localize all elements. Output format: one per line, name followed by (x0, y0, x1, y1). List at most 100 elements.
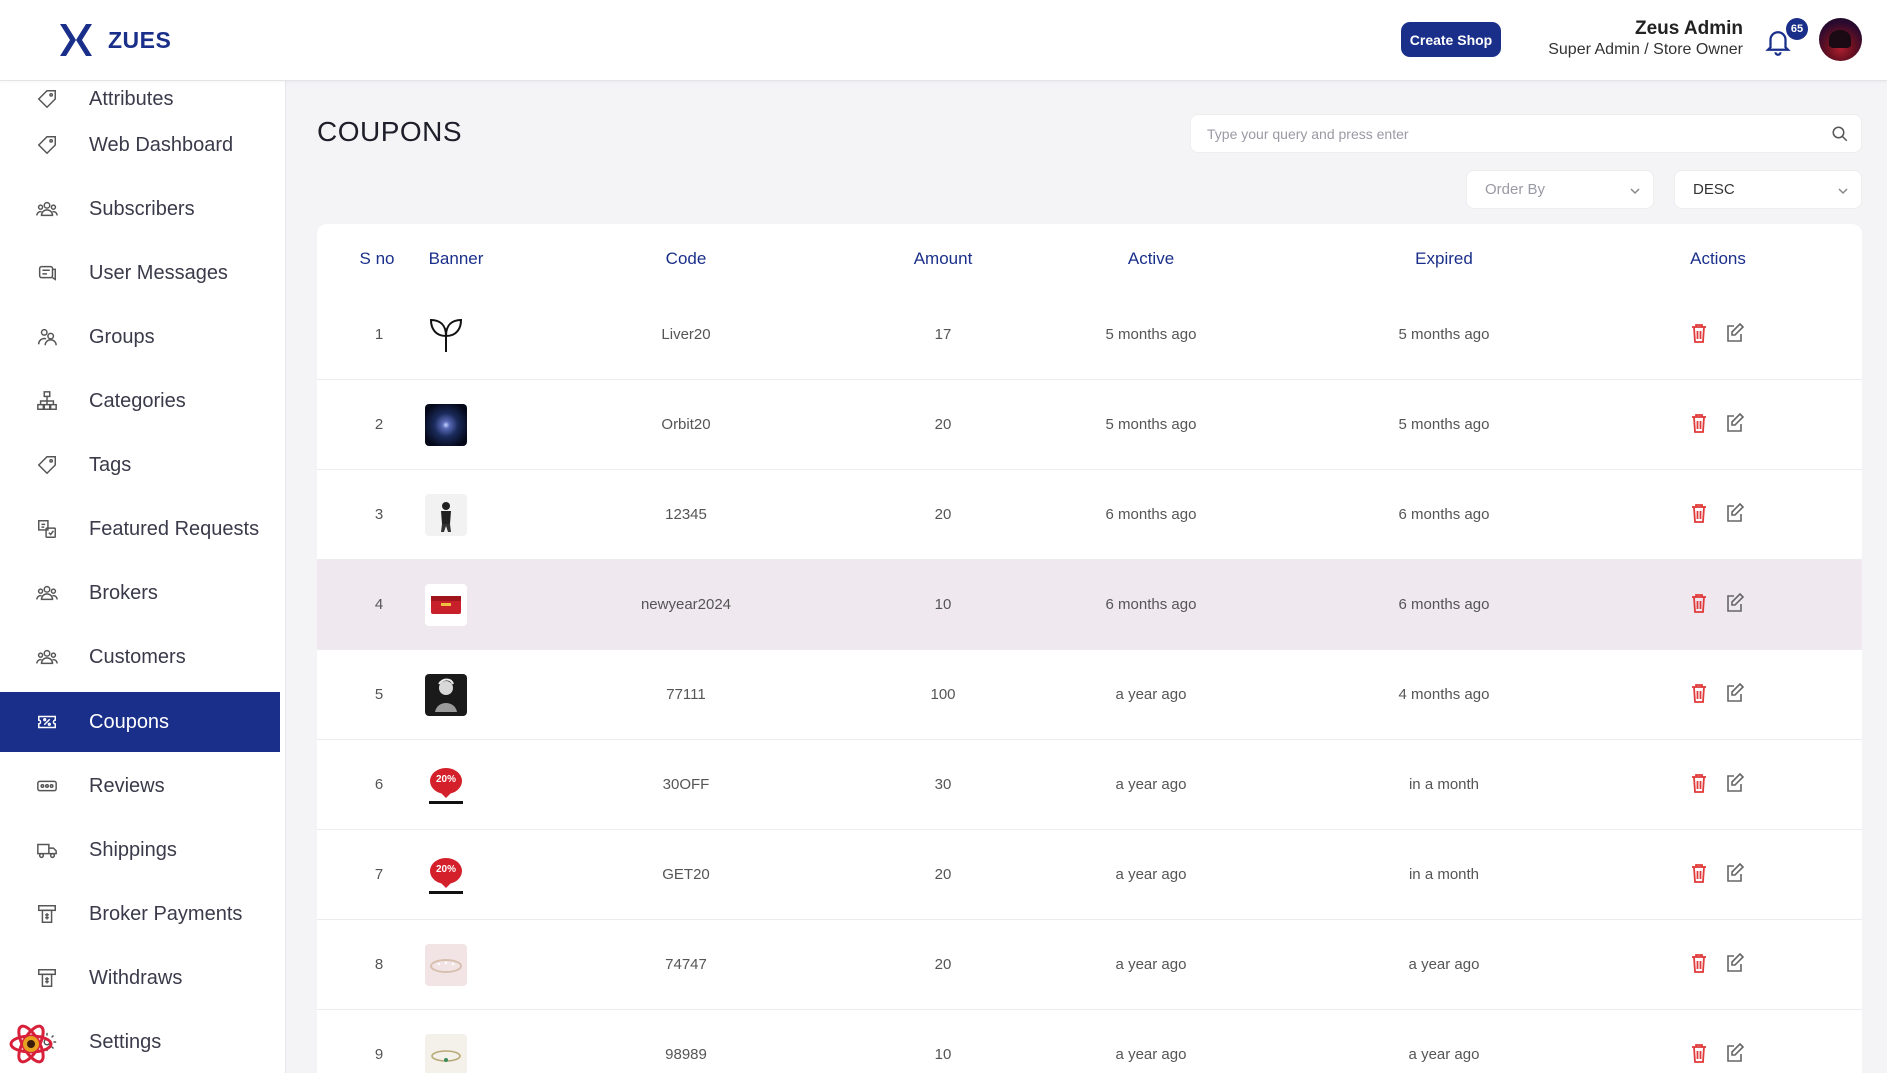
sidebar-item-subscribers[interactable]: Subscribers (0, 179, 280, 239)
row-expired: a year ago (1408, 956, 1480, 973)
sidebar-item-tags[interactable]: Tags (0, 435, 280, 495)
row-amount: 10 (934, 596, 952, 613)
trash-icon[interactable] (1689, 502, 1709, 524)
sidebar-item-label: Subscribers (89, 197, 195, 220)
trash-icon[interactable] (1689, 862, 1709, 884)
row-code: Orbit20 (661, 416, 711, 433)
row-expired: a year ago (1408, 1046, 1480, 1063)
row-active: a year ago (1115, 1046, 1187, 1063)
coupon-icon (38, 715, 56, 729)
column-header-code[interactable]: Code (666, 249, 707, 269)
sidebar-item-groups[interactable]: Groups (0, 307, 280, 367)
trash-icon[interactable] (1689, 412, 1709, 434)
edit-icon[interactable] (1725, 412, 1745, 434)
sidebar-item-categories[interactable]: Categories (0, 371, 280, 431)
row-sno: 4 (374, 596, 384, 613)
trash-icon[interactable] (1689, 772, 1709, 794)
sidebar-item-label: Withdraws (89, 966, 183, 989)
row-amount: 20 (934, 416, 952, 433)
edit-icon[interactable] (1725, 862, 1745, 884)
edit-icon[interactable] (1725, 322, 1745, 344)
table-row[interactable]: 5 77111 100 a year ago 4 months ago (317, 650, 1862, 740)
trash-icon[interactable] (1689, 682, 1709, 704)
sidebar-item-label: Broker Payments (89, 902, 243, 925)
row-sno: 7 (374, 866, 384, 883)
table-row[interactable]: 2 Orbit20 20 5 months ago 5 months ago (317, 380, 1862, 470)
sidebar-item-web-dashboard[interactable]: Web Dashboard (0, 115, 280, 175)
brand-logo[interactable]: ZUES (56, 20, 171, 60)
sidebar-item-label: Categories (89, 389, 186, 412)
tag-icon (37, 456, 56, 475)
create-shop-button[interactable]: Create Shop (1401, 22, 1501, 57)
brand-name: ZUES (108, 26, 172, 53)
sidebar-item-customers[interactable]: Customers (0, 627, 280, 687)
order-by-placeholder: Order By (1485, 181, 1546, 198)
svg-text:20%: 20% (436, 864, 456, 875)
row-amount: 20 (934, 506, 952, 523)
table-row[interactable]: 4 newyear2024 10 6 months ago 6 months a… (317, 560, 1862, 650)
trash-icon[interactable] (1689, 592, 1709, 614)
row-expired: in a month (1408, 866, 1480, 883)
edit-icon[interactable] (1725, 772, 1745, 794)
column-header-expired[interactable]: Expired (1415, 249, 1473, 269)
row-active: 6 months ago (1105, 506, 1197, 523)
row-code: 74747 (665, 956, 707, 973)
table-row[interactable]: 3 12345 20 6 months ago 6 months ago (317, 470, 1862, 560)
row-sno: 2 (374, 416, 384, 433)
tag-icon (37, 90, 56, 109)
top-header: ZUES Create Shop Zeus Admin Super Admin … (0, 0, 1887, 81)
order-by-select[interactable]: Order By (1466, 170, 1654, 209)
avatar[interactable] (1819, 18, 1862, 61)
sidebar-item-brokers[interactable]: Brokers (0, 563, 280, 623)
sidebar-item-label: Featured Requests (89, 517, 260, 540)
search-icon[interactable] (1831, 125, 1849, 143)
table-row[interactable]: 1 Liver20 17 5 months ago 5 months ago (317, 290, 1862, 380)
edit-icon[interactable] (1725, 592, 1745, 614)
react-devtools-icon[interactable] (8, 1023, 54, 1065)
row-expired: in a month (1408, 776, 1480, 793)
sort-direction-select[interactable]: DESC (1674, 170, 1862, 209)
sidebar-item-reviews[interactable]: Reviews (0, 756, 280, 816)
sidebar-item-label: Brokers (89, 581, 158, 604)
sidebar-item-label: Attributes (89, 87, 174, 110)
trash-icon[interactable] (1689, 952, 1709, 974)
row-sno: 8 (374, 956, 384, 973)
person-image (425, 494, 467, 536)
sidebar-item-label: Tags (89, 453, 132, 476)
row-sno: 5 (374, 686, 384, 703)
edit-icon[interactable] (1725, 502, 1745, 524)
search-box (1190, 114, 1862, 153)
search-input[interactable] (1207, 115, 1817, 152)
sidebar-item-user-messages[interactable]: User Messages (0, 243, 280, 303)
table-row[interactable]: 7 20% GET20 20 a year ago in a month (317, 830, 1862, 920)
row-expired: 6 months ago (1398, 596, 1490, 613)
sidebar-item-broker-payments[interactable]: Broker Payments (0, 884, 280, 944)
sidebar-item-label: Groups (89, 325, 155, 348)
table-row[interactable]: 6 20% 30OFF 30 a year ago in a month (317, 740, 1862, 830)
column-header-amount[interactable]: Amount (914, 249, 973, 269)
user-info[interactable]: Zeus Admin Super Admin / Store Owner (1548, 18, 1743, 60)
edit-icon[interactable] (1725, 682, 1745, 704)
row-code: newyear2024 (640, 596, 732, 613)
column-header-sno[interactable]: S no (360, 249, 395, 269)
column-header-active[interactable]: Active (1128, 249, 1174, 269)
row-expired: 5 months ago (1398, 416, 1490, 433)
edit-icon[interactable] (1725, 1042, 1745, 1064)
table-row[interactable]: 9 98989 10 a year ago a year ago (317, 1010, 1862, 1073)
trash-icon[interactable] (1689, 1042, 1709, 1064)
sidebar-item-coupons[interactable]: Coupons (0, 692, 280, 752)
users-icon (36, 201, 58, 217)
table-row[interactable]: 8 74747 20 a year ago a year ago (317, 920, 1862, 1010)
edit-icon[interactable] (1725, 952, 1745, 974)
trash-icon[interactable] (1689, 322, 1709, 344)
chevron-down-icon (1838, 188, 1848, 195)
sidebar-item-label: User Messages (89, 261, 228, 284)
sidebar-item-withdraws[interactable]: Withdraws (0, 948, 280, 1008)
column-header-banner[interactable]: Banner (429, 249, 484, 269)
sidebar-item-label: Customers (89, 645, 186, 668)
sort-direction-value: DESC (1693, 181, 1735, 198)
row-code: 77111 (666, 686, 706, 703)
sidebar-item-featured-requests[interactable]: Featured Requests (0, 499, 280, 559)
sidebar-item-shippings[interactable]: Shippings (0, 820, 280, 880)
row-amount: 20 (934, 866, 952, 883)
